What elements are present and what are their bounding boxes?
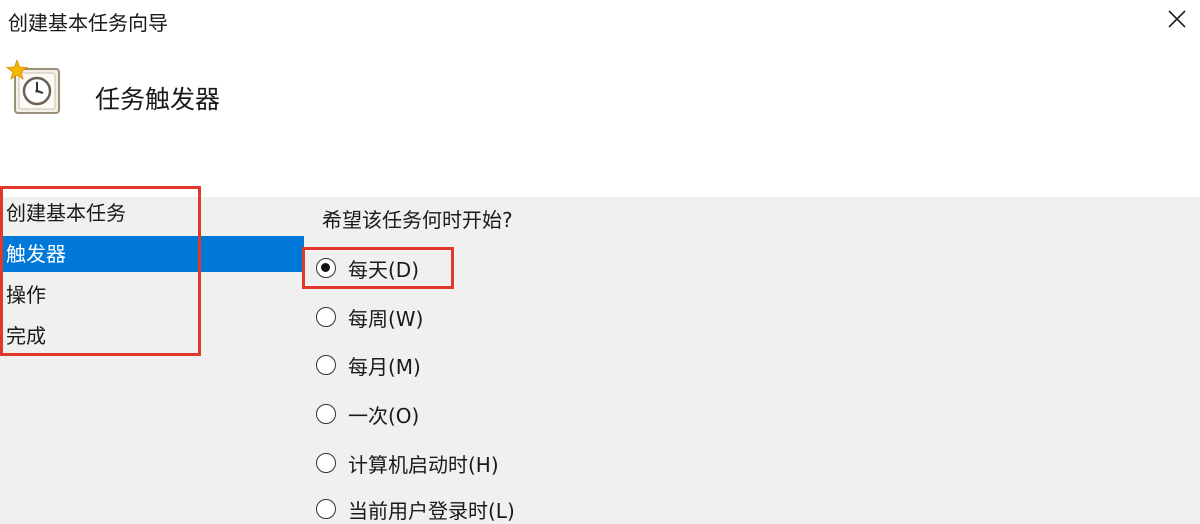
option-daily-label: 每天(D) [348, 257, 420, 282]
option-weekly[interactable]: 每周(W) [316, 302, 423, 332]
option-user-logon-label: 当前用户登录时(L) [348, 498, 515, 523]
radio-computer-startup[interactable] [316, 453, 336, 473]
wizard-steps-sidebar: 创建基本任务 触发器 操作 完成 [0, 197, 304, 514]
page-title: 任务触发器 [95, 85, 221, 114]
radio-monthly[interactable] [316, 355, 336, 375]
radio-daily[interactable] [316, 258, 336, 278]
window-title: 创建基本任务向导 [8, 11, 168, 35]
option-computer-startup-label: 计算机启动时(H) [348, 452, 499, 477]
step-finish[interactable]: 完成 [0, 318, 304, 354]
option-monthly[interactable]: 每月(M) [316, 350, 421, 380]
wizard-header: 创建基本任务向导 任务触发器 [0, 0, 1200, 197]
radio-user-logon[interactable] [316, 499, 336, 519]
option-daily[interactable]: 每天(D) [316, 253, 419, 283]
step-create-basic-task[interactable]: 创建基本任务 [0, 195, 304, 231]
option-monthly-label: 每月(M) [348, 354, 421, 379]
close-icon [1168, 10, 1186, 28]
option-user-logon[interactable]: 当前用户登录时(L) [316, 494, 515, 524]
task-scheduler-clock-icon [6, 60, 60, 114]
step-action[interactable]: 操作 [0, 277, 304, 313]
close-button[interactable] [1160, 2, 1194, 36]
option-weekly-label: 每周(W) [348, 306, 424, 331]
wizard-content: 创建基本任务 触发器 操作 完成 希望该任务何时开始? 每天(D) 每周(W) … [0, 186, 1200, 523]
option-once-label: 一次(O) [348, 403, 420, 428]
option-computer-startup[interactable]: 计算机启动时(H) [316, 448, 499, 478]
option-once[interactable]: 一次(O) [316, 399, 419, 429]
radio-weekly[interactable] [316, 307, 336, 327]
step-trigger[interactable]: 触发器 [0, 236, 304, 272]
radio-once[interactable] [316, 404, 336, 424]
start-question: 希望该任务何时开始? [322, 208, 513, 232]
